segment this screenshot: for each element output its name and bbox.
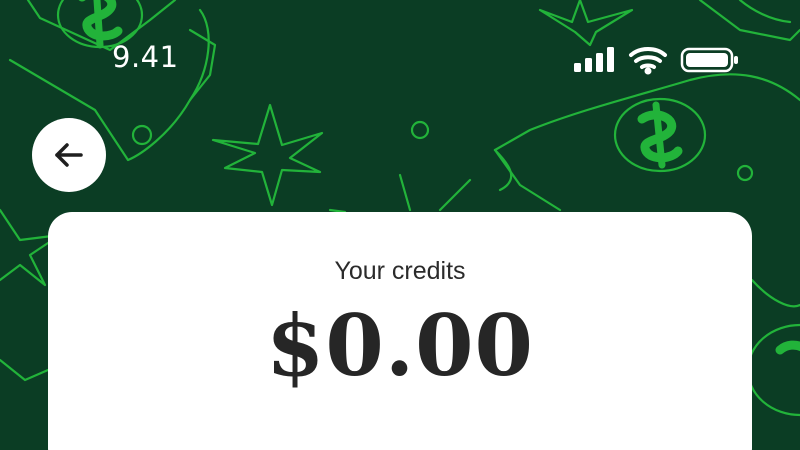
status-bar-time: 9.41	[112, 40, 179, 74]
arrow-left-icon	[55, 143, 83, 167]
credits-amount: $0.00	[265, 296, 535, 395]
wifi-icon	[629, 47, 667, 75]
back-button[interactable]	[32, 118, 106, 192]
sparkle-center	[211, 103, 324, 207]
credits-label: Your credits	[334, 257, 466, 285]
dollar-coin-right	[613, 97, 707, 173]
battery-icon	[680, 47, 738, 73]
cellular-signal-icon	[574, 47, 614, 72]
status-bar-icons	[574, 47, 738, 75]
credits-card: Your credits $0.00	[48, 212, 752, 450]
credits-screen: 9.41 Your credits $0.00	[0, 0, 800, 450]
